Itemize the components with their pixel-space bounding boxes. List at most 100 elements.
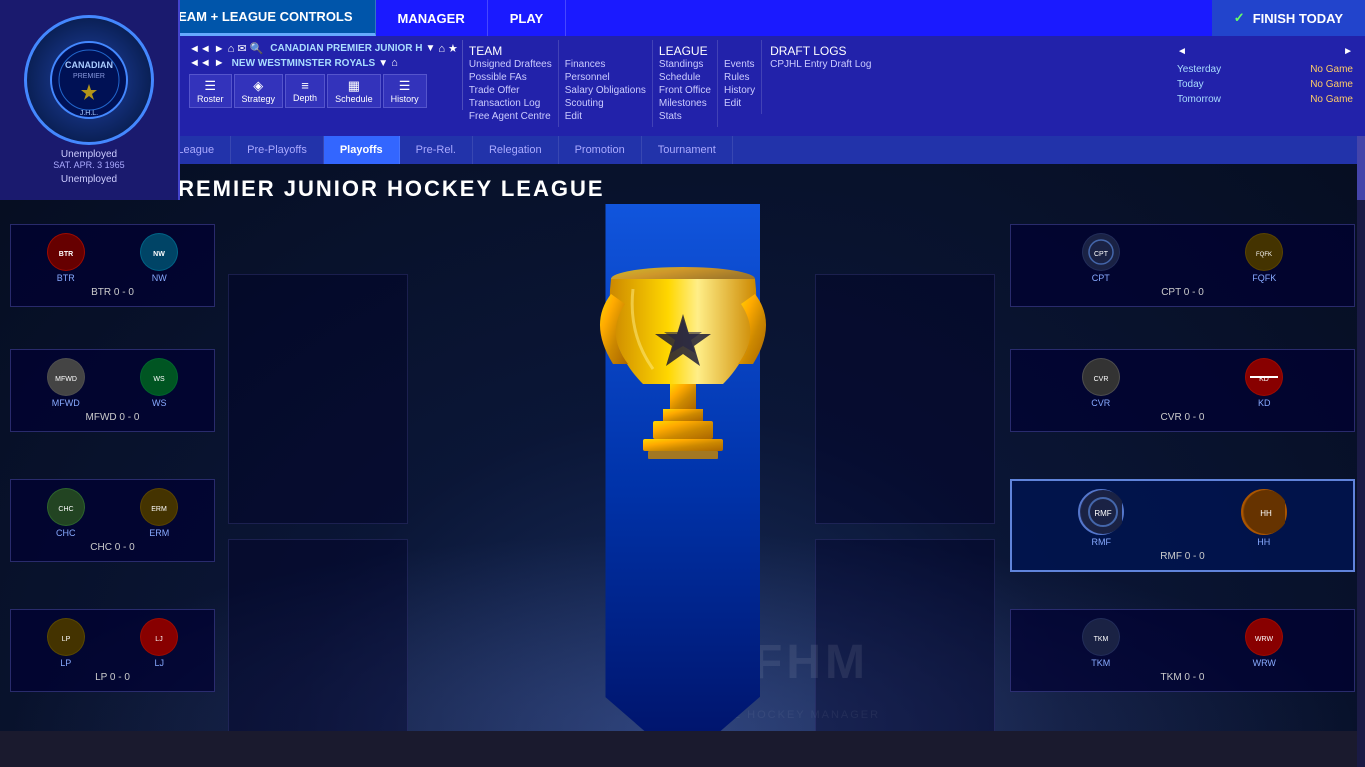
team-chc-abbr: CHC <box>47 528 85 538</box>
team-league-button[interactable]: TEAM + LEAGUE CONTROLS <box>148 0 375 36</box>
league-breadcrumb[interactable]: CANADIAN PREMIER JUNIOR H <box>270 43 422 54</box>
matchup-cpt-fqfk[interactable]: CPT CPT FQFK FQFK CPT 0 - 0 <box>1010 224 1355 307</box>
expand-icon[interactable]: ▼ <box>425 43 435 54</box>
main-content: CANADIAN PREMIER JUNIOR HOCKEY LEAGUE <box>0 164 1365 731</box>
matchup-tkm-wrw[interactable]: TKM TKM WRW WRW TKM 0 - 0 <box>1010 609 1355 692</box>
matchup-mfwd-ws[interactable]: MFWD MFWD WS WS MFWD 0 - 0 <box>10 349 215 432</box>
standings-link[interactable]: Standings <box>659 58 711 71</box>
front-office-link[interactable]: Front Office <box>659 84 711 97</box>
team-lj-abbr: LJ <box>140 658 178 668</box>
league-history-link[interactable]: History <box>724 84 755 97</box>
breadcrumb-home[interactable]: ⌂ <box>438 43 445 55</box>
tab-playoffs[interactable]: Playoffs <box>324 136 400 164</box>
tab-promotion[interactable]: Promotion <box>559 136 642 164</box>
tab-pre-playoffs[interactable]: Pre-Playoffs <box>231 136 324 164</box>
personnel-link[interactable]: Personnel <box>565 71 646 84</box>
schedule-icon: ▦ <box>348 78 360 94</box>
team-tkm-abbr: TKM <box>1082 658 1120 668</box>
team-lp-abbr: LP <box>47 658 85 668</box>
score-chc-erm: CHC 0 - 0 <box>19 542 206 553</box>
finish-today-button[interactable]: ✓ FINISH TODAY <box>1212 0 1365 36</box>
unsigned-draftees-link[interactable]: Unsigned Draftees <box>469 58 552 71</box>
roster-icon: ☰ <box>204 78 216 94</box>
draft-logs-section: DRAFT LOGS CPJHL Entry Draft Log <box>762 40 879 75</box>
fhm-watermark: FHM <box>743 633 1043 701</box>
game-date: SAT. APR. 3 1965 <box>53 160 124 170</box>
manager-button[interactable]: MANAGER <box>376 0 488 36</box>
transaction-log-link[interactable]: Transaction Log <box>469 97 552 110</box>
schedule-button[interactable]: ▦ Schedule <box>327 74 381 108</box>
nav-back[interactable]: ◄◄ <box>189 43 211 55</box>
user-role: Unemployed <box>61 174 117 185</box>
matchup-rmf-hh[interactable]: RMF RMF HH HH RMF 0 - 0 <box>1010 479 1355 572</box>
nav-home[interactable]: ⌂ <box>228 43 235 55</box>
salary-obligations-link[interactable]: Salary Obligations <box>565 84 646 97</box>
team-btr-abbr: BTR <box>47 273 85 283</box>
svg-text:RMF: RMF <box>1095 509 1112 518</box>
svg-text:LP: LP <box>61 636 70 643</box>
events-link[interactable]: Events <box>724 58 755 71</box>
roster-button[interactable]: ☰ Roster <box>189 74 232 108</box>
trade-offer-link[interactable]: Trade Offer <box>469 84 552 97</box>
svg-text:FHM: FHM <box>753 636 869 689</box>
team-edit-link[interactable]: Edit <box>565 110 646 123</box>
expand-icon2[interactable]: ▼ <box>378 58 388 69</box>
nav-back2[interactable]: ◄◄ <box>189 57 211 69</box>
today-value: No Game <box>1310 79 1353 90</box>
strategy-button[interactable]: ◈ Strategy <box>234 74 284 108</box>
svg-text:LJ: LJ <box>156 636 163 643</box>
tab-tournament[interactable]: Tournament <box>642 136 733 164</box>
league-schedule-link[interactable]: Schedule <box>659 71 711 84</box>
matchup-chc-erm[interactable]: CHC CHC ERM ERM CHC 0 - 0 <box>10 479 215 562</box>
left-sidebar: CANADIAN PREMIER J.H.L. Unemployed SAT. … <box>0 0 180 200</box>
breadcrumb-star[interactable]: ★ <box>448 42 458 55</box>
bracket-slot-left-3 <box>228 539 408 731</box>
svg-text:TKM: TKM <box>1093 636 1108 643</box>
next-schedule-btn[interactable]: ► <box>1343 46 1353 57</box>
breadcrumb-home2[interactable]: ⌂ <box>391 57 398 69</box>
league-edit-link[interactable]: Edit <box>724 97 755 110</box>
svg-text:PREMIER: PREMIER <box>73 73 105 80</box>
svg-text:NW: NW <box>153 251 165 258</box>
play-button[interactable]: PLAY <box>488 0 566 36</box>
nav-search[interactable]: 🔍 <box>250 42 264 55</box>
league-submenu-section: Events Rules History Edit <box>718 40 762 114</box>
depth-button[interactable]: ≡ Depth <box>285 74 325 108</box>
possible-fas-link[interactable]: Possible FAs <box>469 71 552 84</box>
draft-log-link[interactable]: CPJHL Entry Draft Log <box>770 58 871 71</box>
nav-mail[interactable]: ✉ <box>237 42 246 55</box>
svg-text:WS: WS <box>154 376 166 383</box>
team-breadcrumb[interactable]: NEW WESTMINSTER ROYALS <box>232 58 376 69</box>
rules-link[interactable]: Rules <box>724 71 755 84</box>
finances-link[interactable]: Finances <box>565 58 646 71</box>
today-row: Today No Game <box>1177 77 1353 92</box>
bracket-slot-left-2 <box>228 274 408 524</box>
svg-text:WRW: WRW <box>1255 636 1274 643</box>
prev-schedule-btn[interactable]: ◄ <box>1177 46 1187 57</box>
team-nw-abbr: NW <box>140 273 178 283</box>
svg-text:MFWD: MFWD <box>55 376 77 383</box>
svg-text:CPT: CPT <box>1094 251 1109 258</box>
svg-text:J.H.L.: J.H.L. <box>80 110 98 117</box>
league-logo: CANADIAN PREMIER J.H.L. <box>24 15 154 145</box>
svg-text:ERM: ERM <box>151 506 167 513</box>
nav-forward2[interactable]: ► <box>214 57 225 69</box>
team-hh-abbr: HH <box>1241 537 1287 547</box>
team-kd-abbr: KD <box>1245 398 1283 408</box>
tomorrow-row: Tomorrow No Game <box>1177 92 1353 107</box>
matchup-btr-nw[interactable]: BTR BTR NW NW BTR 0 - 0 <box>10 224 215 307</box>
nav-forward[interactable]: ► <box>214 43 225 55</box>
team-erm-abbr: ERM <box>140 528 178 538</box>
history-button[interactable]: ☰ History <box>383 74 427 108</box>
tab-pre-rel[interactable]: Pre-Rel. <box>400 136 473 164</box>
user-status: Unemployed <box>61 149 117 160</box>
trophy <box>583 224 783 574</box>
team-cvr-abbr: CVR <box>1082 398 1120 408</box>
matchup-lp-lj[interactable]: LP LP LJ LJ LP 0 - 0 <box>10 609 215 692</box>
free-agent-centre-link[interactable]: Free Agent Centre <box>469 110 552 123</box>
milestones-link[interactable]: Milestones <box>659 97 711 110</box>
stats-link[interactable]: Stats <box>659 110 711 123</box>
matchup-cvr-kd[interactable]: CVR CVR KD KD CVR 0 - 0 <box>1010 349 1355 432</box>
scouting-link[interactable]: Scouting <box>565 97 646 110</box>
tab-relegation[interactable]: Relegation <box>473 136 559 164</box>
